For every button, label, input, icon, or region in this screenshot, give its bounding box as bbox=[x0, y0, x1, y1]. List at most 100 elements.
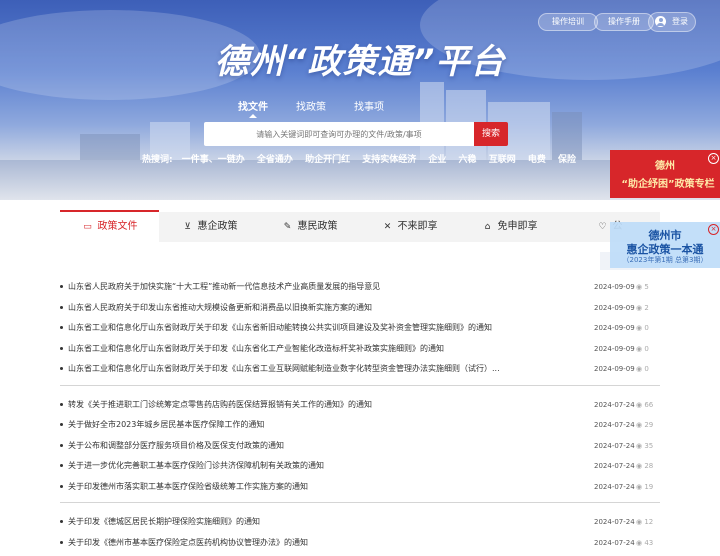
hot-word[interactable]: 六稳 bbox=[459, 155, 477, 165]
view-count: ◉ 0 bbox=[636, 362, 649, 376]
view-count: ◉ 2 bbox=[636, 301, 649, 315]
search-button[interactable]: 搜索 bbox=[474, 122, 508, 146]
search-tab-items[interactable]: 找事项 bbox=[354, 98, 384, 113]
view-count: ◉ 5 bbox=[636, 280, 649, 294]
bullet-icon bbox=[60, 306, 63, 309]
search-tab-policies[interactable]: 找政策 bbox=[296, 98, 326, 113]
item-date: 2024-09-09 bbox=[594, 301, 635, 315]
hot-word[interactable]: 电费 bbox=[528, 155, 546, 165]
view-count: ◉ 66 bbox=[636, 398, 653, 412]
item-date: 2024-07-24 bbox=[594, 536, 635, 550]
hot-word[interactable]: 一件事、一链办 bbox=[182, 155, 245, 165]
bullet-icon bbox=[60, 367, 63, 370]
enterprise-handbook-banner[interactable]: 德州市 惠企政策一本通 （2023年第1期 总第3期） × bbox=[610, 222, 720, 268]
item-title[interactable]: 关于印发德州市落实职工基本医疗保险省级统筹工作实施方案的通知 bbox=[68, 480, 588, 494]
view-count: ◉ 19 bbox=[636, 480, 653, 494]
hot-search-label: 热搜词: bbox=[142, 155, 173, 165]
item-title[interactable]: 关于印发《德城区居民长期护理保险实施细则》的通知 bbox=[68, 515, 588, 529]
item-title[interactable]: 山东省工业和信息化厅山东省财政厅关于印发《山东省工业互联网赋能制造业数字化转型资… bbox=[68, 362, 588, 376]
list-item[interactable]: 关于做好全市2023年城乡居民基本医疗保障工作的通知2024-07-24◉ 29 bbox=[60, 418, 660, 439]
hot-word[interactable]: 全省通办 bbox=[257, 155, 293, 165]
item-title[interactable]: 山东省工业和信息化厅山东省财政厅关于印发《山东省新旧动能转换公共实训项目建设及奖… bbox=[68, 321, 588, 335]
item-date: 2024-07-24 bbox=[594, 398, 635, 412]
tab-enterprise-policies[interactable]: ⊻惠企政策 bbox=[160, 212, 259, 242]
hot-word[interactable]: 助企开门红 bbox=[305, 155, 350, 165]
item-title[interactable]: 关于进一步优化完善职工基本医疗保险门诊共济保障机制有关政策的通知 bbox=[68, 459, 588, 473]
bullet-icon bbox=[60, 444, 63, 447]
item-date: 2024-09-09 bbox=[594, 280, 635, 294]
item-date: 2024-07-24 bbox=[594, 459, 635, 473]
tab-policy-files[interactable]: ▭ 政策文件 bbox=[60, 210, 159, 244]
banner-title: “助企纾困”政策专栏 bbox=[616, 175, 720, 190]
manual-button[interactable]: 操作手册 bbox=[594, 13, 654, 31]
tab-no-visit[interactable]: ✕不来即享 bbox=[360, 212, 459, 242]
hot-search-bar: 热搜词: 一件事、一链办 全省通办 助企开门红 支持实体经济 企业 六稳 互联网… bbox=[142, 152, 585, 165]
search-tab-files[interactable]: 找文件 bbox=[238, 98, 268, 113]
list-item[interactable]: 转发《关于推进职工门诊统筹定点零售药店购药医保结算报销有关工作的通知》的通知 20… bbox=[60, 398, 660, 419]
item-date: 2024-07-24 bbox=[594, 480, 635, 494]
list-item[interactable]: 关于进一步优化完善职工基本医疗保险门诊共济保障机制有关政策的通知 2024-07-… bbox=[60, 459, 660, 480]
bullet-icon bbox=[60, 347, 63, 350]
view-count: ◉ 0 bbox=[636, 321, 649, 335]
edit-icon: ✎ bbox=[282, 212, 294, 242]
view-count-value: 28 bbox=[644, 462, 653, 470]
banner-city: 德州 bbox=[610, 157, 720, 172]
bullet-icon bbox=[60, 541, 63, 544]
list-item[interactable]: 山东省工业和信息化厅山东省财政厅关于印发《山东省化工产业智能化改造标杆奖补政策实… bbox=[60, 342, 660, 363]
cart-icon: ⊻ bbox=[182, 212, 194, 242]
list-item[interactable]: 关于印发德州市落实职工基本医疗保险省级统筹工作实施方案的通知 2024-07-24… bbox=[60, 480, 660, 501]
item-title[interactable]: 关于公布和调整部分医疗服务项目价格及医保支付政策的通知 bbox=[68, 439, 588, 453]
list-item[interactable]: 关于公布和调整部分医疗服务项目价格及医保支付政策的通知 2024-07-24◉ 3… bbox=[60, 439, 660, 460]
search-tabs: 找文件 找政策 找事项 bbox=[0, 98, 720, 114]
bullet-icon bbox=[60, 285, 63, 288]
close-x-icon: ✕ bbox=[382, 212, 394, 242]
group-divider bbox=[60, 502, 660, 503]
view-count-value: 66 bbox=[644, 401, 653, 409]
item-title[interactable]: 山东省人民政府关于加快实施“十大工程”推动新一代信息技术产业高质量发展的指导意见 bbox=[68, 280, 588, 294]
list-item[interactable]: 山东省人民政府关于加快实施“十大工程”推动新一代信息技术产业高质量发展的指导意见… bbox=[60, 280, 660, 301]
list-item[interactable]: 关于印发《德州市基本医疗保险定点医药机构协议管理办法》的通知 2024-07-24… bbox=[60, 536, 660, 556]
item-date: 2024-07-24 bbox=[594, 418, 635, 432]
item-title[interactable]: 山东省工业和信息化厅山东省财政厅关于印发《山东省化工产业智能化改造标杆奖补政策实… bbox=[68, 342, 588, 356]
bullet-icon bbox=[60, 423, 63, 426]
item-title[interactable]: 关于印发《德州市基本医疗保险定点医药机构协议管理办法》的通知 bbox=[68, 536, 588, 550]
login-button[interactable]: 登录 bbox=[648, 12, 696, 32]
tab-label: 惠民政策 bbox=[298, 221, 338, 232]
folder-icon: ▭ bbox=[82, 212, 94, 242]
item-title[interactable]: 转发《关于推进职工门诊统筹定点零售药店购药医保结算报销有关工作的通知》的通知 bbox=[68, 398, 588, 412]
view-count: ◉ 28 bbox=[636, 459, 653, 473]
bullet-icon bbox=[60, 464, 63, 467]
list-item[interactable]: 山东省工业和信息化厅山东省财政厅关于印发《山东省新旧动能转换公共实训项目建设及奖… bbox=[60, 321, 660, 342]
close-icon[interactable]: × bbox=[708, 153, 719, 164]
hot-word[interactable]: 支持实体经济 bbox=[362, 155, 416, 165]
list-item[interactable]: 山东省人民政府关于印发山东省推动大规模设备更新和消费品以旧换新实施方案的通知 20… bbox=[60, 301, 660, 322]
item-title[interactable]: 山东省人民政府关于印发山东省推动大规模设备更新和消费品以旧换新实施方案的通知 bbox=[68, 301, 588, 315]
view-count: ◉ 0 bbox=[636, 342, 649, 356]
building-decoration bbox=[80, 134, 140, 162]
item-date: 2024-07-24 bbox=[594, 439, 635, 453]
training-button[interactable]: 操作培训 bbox=[538, 13, 598, 31]
group-divider bbox=[60, 385, 660, 386]
tab-label: 免申即享 bbox=[498, 221, 538, 232]
relief-policy-banner[interactable]: 德州 “助企纾困”政策专栏 × bbox=[610, 150, 720, 198]
item-title[interactable]: 关于做好全市2023年城乡居民基本医疗保障工作的通知 bbox=[68, 418, 588, 432]
item-date: 2024-09-09 bbox=[594, 321, 635, 335]
bullet-icon bbox=[60, 520, 63, 523]
search-input[interactable] bbox=[204, 122, 474, 146]
tab-label: 政策文件 bbox=[98, 221, 138, 232]
list-item[interactable]: 山东省工业和信息化厅山东省财政厅关于印发《山东省工业互联网赋能制造业数字化转型资… bbox=[60, 362, 660, 383]
list-item[interactable]: 关于印发《德城区居民长期护理保险实施细则》的通知2024-07-24◉ 12 bbox=[60, 515, 660, 536]
hot-word[interactable]: 企业 bbox=[428, 155, 446, 165]
bullet-icon bbox=[60, 403, 63, 406]
view-count: ◉ 35 bbox=[636, 439, 653, 453]
login-label: 登录 bbox=[672, 13, 688, 31]
policy-list: 山东省人民政府关于加快实施“十大工程”推动新一代信息技术产业高质量发展的指导意见… bbox=[60, 280, 660, 556]
hot-word[interactable]: 保险 bbox=[558, 155, 576, 165]
bullet-icon bbox=[60, 326, 63, 329]
close-icon[interactable]: × bbox=[708, 224, 719, 235]
view-count-value: 19 bbox=[644, 483, 653, 491]
view-count-value: 12 bbox=[644, 518, 653, 526]
tab-no-application[interactable]: ⌂免申即享 bbox=[460, 212, 559, 242]
tab-public-policies[interactable]: ✎ 惠民政策 bbox=[260, 212, 359, 242]
hot-word[interactable]: 互联网 bbox=[489, 155, 516, 165]
